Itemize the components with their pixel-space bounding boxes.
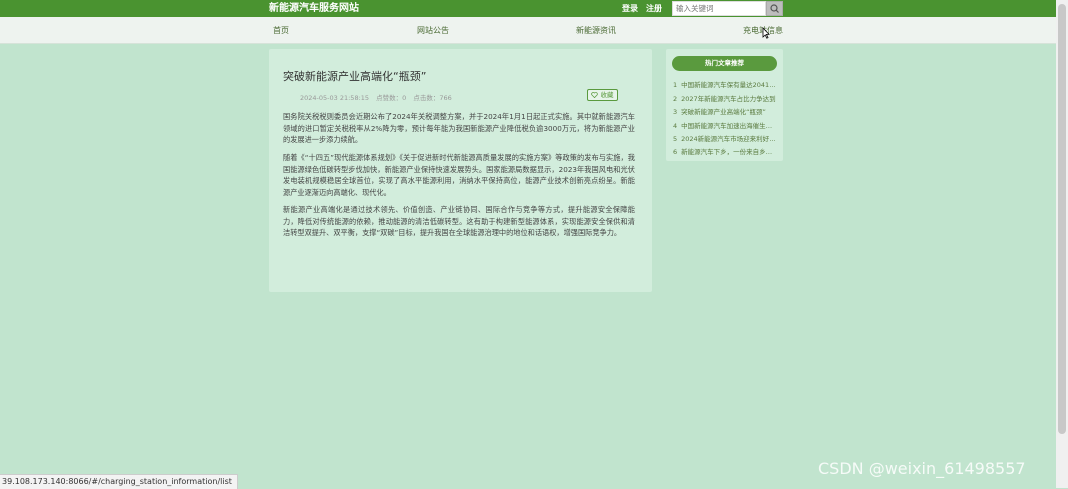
- status-bar-url: 39.108.173.140:8066/#/charging_station_i…: [0, 474, 238, 489]
- scrollbar-thumb[interactable]: [1058, 4, 1066, 434]
- hot-articles-sidebar: 热门文章推荐 1 中国新能源汽车保有量达2041万辆 2 2027年新能源汽车占比力…: [666, 49, 783, 161]
- article-panel: 突破新能源产业高端化“瓶颈” 2024-05-03 21:58:15 点赞数：0…: [269, 49, 652, 292]
- favorite-label: 收藏: [600, 91, 614, 99]
- article-date: 2024-05-03 21:58:15: [300, 94, 370, 102]
- nav-news[interactable]: 新能源资讯: [576, 26, 616, 36]
- search-input[interactable]: [672, 1, 766, 16]
- mouse-cursor-icon: [762, 27, 770, 39]
- login-link[interactable]: 登录: [622, 1, 638, 16]
- main-nav: 首页 网站公告 新能源资讯 充电站信息: [0, 17, 1056, 44]
- hot-article-item[interactable]: 4 中国新能源汽车加速出海催生新机遇: [673, 122, 777, 131]
- hot-article-item[interactable]: 1 中国新能源汽车保有量达2041万辆: [673, 81, 777, 90]
- hot-articles-header: 热门文章推荐: [672, 56, 777, 71]
- article-title: 突破新能源产业高端化“瓶颈”: [283, 70, 427, 83]
- heart-icon: [591, 91, 599, 98]
- site-title[interactable]: 新能源汽车服务网站: [269, 1, 359, 16]
- search-button[interactable]: [766, 1, 783, 16]
- hot-article-item[interactable]: 2 2027年新能源汽车占比力争达到: [673, 95, 777, 104]
- article-meta: 2024-05-03 21:58:15 点赞数：0 点击数：766: [300, 92, 457, 102]
- hot-article-item[interactable]: 3 突破新能源产业高端化“瓶颈”: [673, 108, 777, 117]
- article-paragraph-1: 国务院关税税则委员会近期公布了2024年关税调整方案，并于2024年1月1日起正…: [283, 112, 635, 144]
- favorite-button[interactable]: 收藏: [587, 89, 618, 101]
- top-header: 新能源汽车服务网站 登录 注册: [0, 0, 1056, 17]
- hot-article-item[interactable]: 6新能源汽车下乡，一份来自乡村的报告: [673, 148, 777, 157]
- article-views: 点击数：766: [413, 94, 452, 102]
- article-paragraph-2: 随着《“十四五”现代能源体系规划》《关于促进新时代新能源高质量发展的实施方案》等…: [283, 153, 635, 197]
- article-paragraph-3: 新能源产业高端化是通过技术领先、价值创造、产业链协同、国际合作与竞争等方式，提升…: [283, 205, 635, 237]
- search-icon: [770, 4, 779, 13]
- register-link[interactable]: 注册: [646, 1, 662, 16]
- nav-home[interactable]: 首页: [273, 26, 289, 36]
- watermark: CSDN @weixin_61498557: [818, 459, 1026, 478]
- hot-article-item[interactable]: 5 2024新能源汽车市场迎来利好政策: [673, 135, 777, 144]
- nav-announcements[interactable]: 网站公告: [417, 26, 449, 36]
- article-likes: 点赞数：0: [376, 94, 407, 102]
